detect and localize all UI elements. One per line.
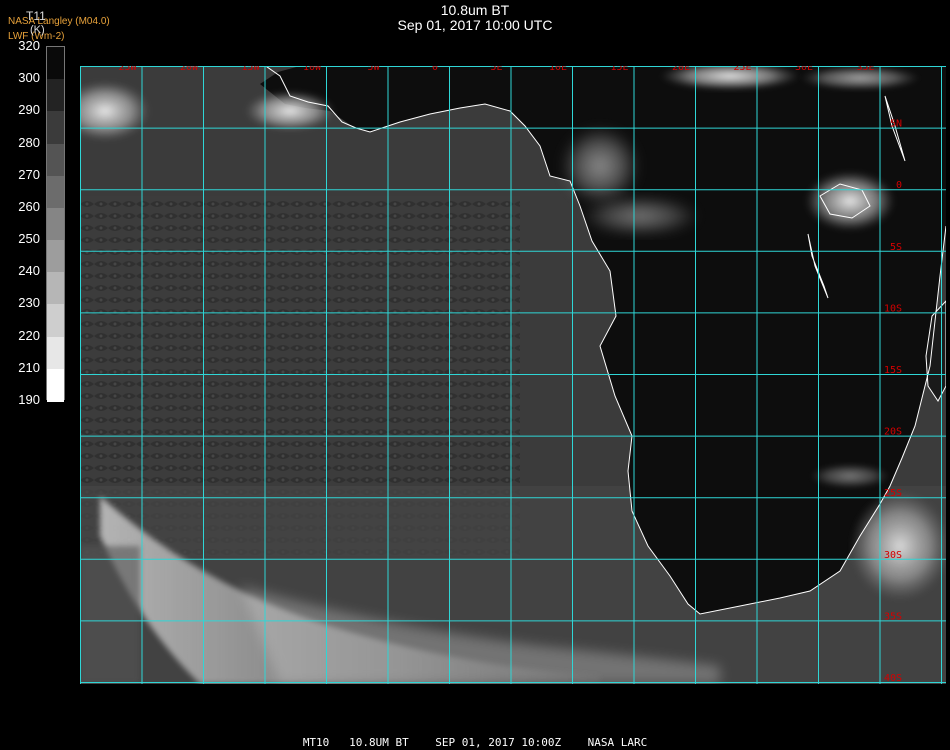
colorbar: [46, 46, 65, 402]
satellite-map[interactable]: 25W 20W 15W 10W 5W 0 5E 10E 15E 20E 25E 30E 35E 5N 0 5…: [80, 66, 946, 684]
longitude-label: 20E: [672, 66, 690, 73]
colorbar-tick-label: 250: [18, 231, 40, 247]
longitude-label: 5E: [490, 66, 502, 73]
latitude-label: 30S: [884, 550, 902, 561]
latitude-label: 15S: [884, 365, 902, 376]
latitude-label: 40S: [884, 673, 902, 684]
colorbar-segment: [47, 79, 64, 113]
colorbar-segment: [47, 304, 64, 338]
colorbar-variable: T11: [26, 9, 46, 23]
source-label: NASA Langley (M04.0): [8, 16, 110, 27]
colorbar-segment: [47, 240, 64, 274]
colorbar-segment: [47, 207, 64, 241]
map-canvas: 25W 20W 15W 10W 5W 0 5E 10E 15E 20E 25E 30E 35E 5N 0 5…: [80, 66, 946, 684]
latitude-label: 5N: [890, 119, 902, 130]
longitude-label: 0: [432, 66, 438, 73]
colorbar-unit: (K): [30, 24, 45, 36]
latitude-label: 10S: [884, 303, 902, 314]
image-title: 10.8um BT: [440, 2, 510, 18]
latitude-label: 20S: [884, 427, 902, 438]
colorbar-segment: [47, 368, 64, 402]
longitude-label: 15W: [241, 66, 260, 73]
colorbar-tick-label: 270: [18, 166, 40, 182]
longitude-label: 20W: [180, 66, 199, 73]
latitude-label: 5S: [890, 242, 902, 253]
colorbar-segment: [47, 336, 64, 370]
colorbar-tick-label: 290: [18, 102, 40, 118]
latitude-label: 25S: [884, 488, 902, 499]
longitude-label: 10W: [303, 66, 322, 73]
longitude-label: 30E: [795, 66, 813, 73]
colorbar-tick-label: 210: [18, 359, 40, 375]
colorbar-tick-label: 280: [18, 134, 40, 150]
colorbar-segment: [47, 111, 64, 145]
colorbar-tick-label: 240: [18, 263, 40, 279]
colorbar-segment: [47, 272, 64, 306]
colorbar-tick-label: 220: [18, 327, 40, 343]
latitude-label: 0: [896, 180, 902, 191]
colorbar-tick-label: 230: [18, 295, 40, 311]
footer-caption: MT10 10.8UM BT SEP 01, 2017 10:00Z NASA …: [302, 736, 648, 749]
image-datetime: Sep 01, 2017 10:00 UTC: [397, 17, 553, 33]
colorbar-tick-label: 190: [18, 392, 40, 407]
colorbar-segment: [47, 47, 64, 80]
longitude-label: 25E: [733, 66, 751, 73]
colorbar-tick-label: 320: [18, 38, 40, 53]
colorbar-tick-label: 300: [18, 70, 40, 86]
longitude-label: 5W: [367, 66, 380, 73]
latitude-label: 35S: [884, 611, 902, 622]
longitude-label: 35E: [856, 66, 874, 73]
colorbar-segment: [47, 175, 64, 209]
longitude-label: 25W: [118, 66, 137, 73]
longitude-label: 10E: [549, 66, 567, 73]
colorbar-tick-label: 260: [18, 198, 40, 214]
colorbar-segment: [47, 143, 64, 177]
longitude-label: 15E: [610, 66, 628, 73]
